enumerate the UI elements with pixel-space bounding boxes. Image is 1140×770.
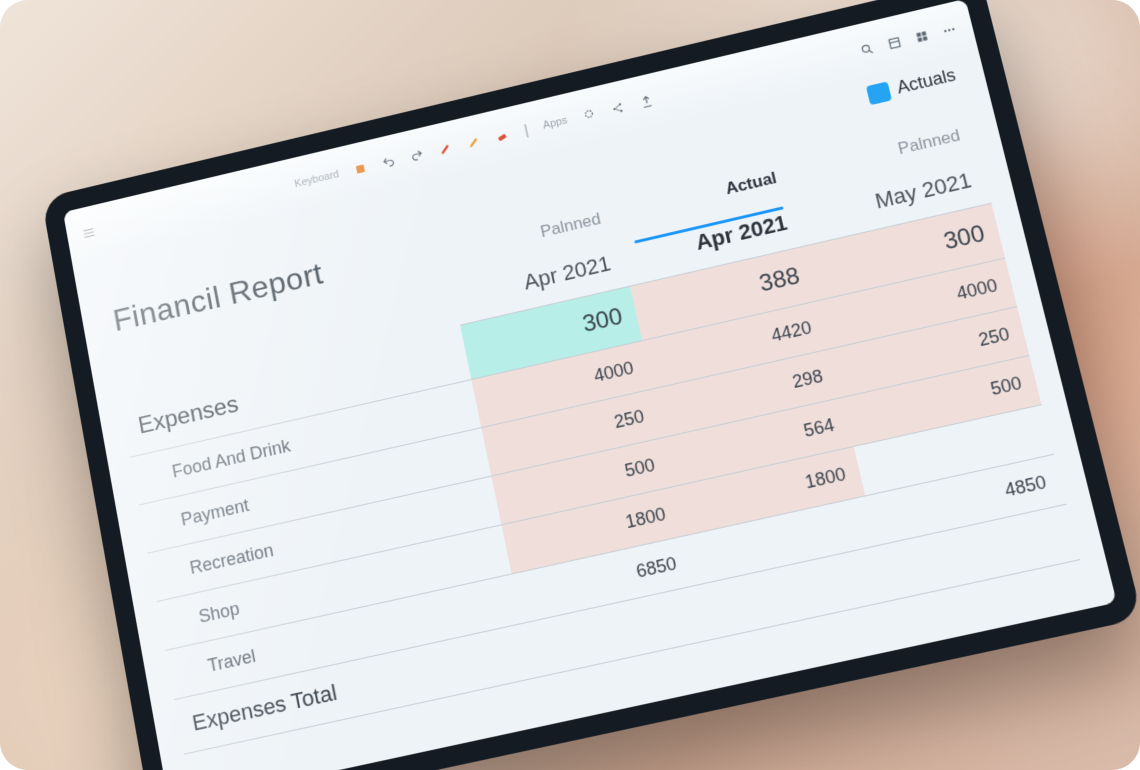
home-icon[interactable] <box>353 161 369 177</box>
actuals-swatch-icon <box>866 81 892 105</box>
menu-icon[interactable] <box>81 225 96 241</box>
toolbar-divider: | <box>523 123 530 139</box>
more-icon[interactable] <box>941 22 958 38</box>
eraser-icon[interactable] <box>495 128 511 144</box>
grid-icon[interactable] <box>913 29 930 45</box>
share-icon[interactable] <box>610 101 626 117</box>
search-icon[interactable] <box>859 42 876 58</box>
lasso-icon[interactable] <box>581 107 597 123</box>
highlighter-icon[interactable] <box>466 135 482 151</box>
toolbar-group-label-left: Keyboard <box>294 169 340 191</box>
toolbar-group-label-right: Apps <box>542 115 568 132</box>
tablet-screen: Keyboard <box>63 0 1117 770</box>
export-icon[interactable] <box>638 94 654 110</box>
layout-icon[interactable] <box>886 35 903 51</box>
redo-icon[interactable] <box>409 148 425 164</box>
pen-icon[interactable] <box>438 141 454 157</box>
undo-icon[interactable] <box>381 155 397 171</box>
